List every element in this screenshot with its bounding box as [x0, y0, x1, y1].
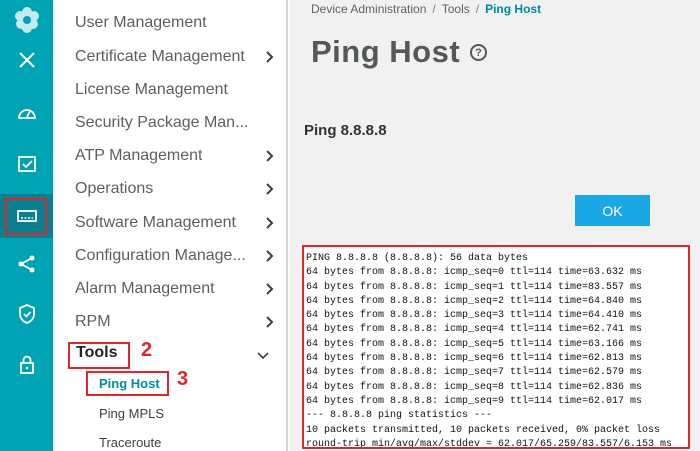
menu-item-label: Configuration Manage...: [75, 247, 246, 264]
menu-item-alarm-management[interactable]: Alarm Management: [75, 274, 275, 304]
output-line: 64 bytes from 8.8.8.8: icmp_seq=9 ttl=11…: [306, 395, 643, 407]
chevron-right-icon: [266, 316, 274, 328]
shield-check-icon[interactable]: [0, 292, 53, 336]
dashboard-gauge-icon[interactable]: [0, 92, 53, 136]
menu-item-label: ATP Management: [75, 147, 203, 164]
menu-item-label: User Management: [75, 14, 207, 31]
annotation-box-rail: [5, 198, 47, 235]
sub-item-ping-host[interactable]: Ping Host: [99, 376, 160, 391]
chevron-right-icon: [266, 183, 274, 195]
network-share-icon[interactable]: [0, 242, 53, 286]
output-line: 64 bytes from 8.8.8.8: icmp_seq=2 ttl=11…: [306, 295, 643, 307]
close-icon[interactable]: [0, 38, 53, 82]
callout-number-3: 3: [177, 368, 189, 390]
chevron-right-icon: [266, 51, 274, 63]
menu-item-rpm[interactable]: RPM: [75, 307, 275, 337]
sub-item-traceroute[interactable]: Traceroute: [99, 435, 161, 450]
menu-item-operations[interactable]: Operations: [75, 174, 275, 204]
sub-item-ping-mpls[interactable]: Ping MPLS: [99, 406, 164, 421]
output-line: 64 bytes from 8.8.8.8: icmp_seq=0 ttl=11…: [306, 267, 643, 279]
menu-item-tools[interactable]: Tools: [76, 344, 117, 362]
page-title: Ping Host: [311, 34, 461, 69]
menu-item-configuration-management[interactable]: Configuration Manage...: [75, 241, 275, 271]
menu-item-user-management[interactable]: User Management: [75, 8, 275, 38]
menu-item-label: License Management: [75, 81, 228, 98]
breadcrumb-item[interactable]: Tools: [442, 2, 470, 16]
breadcrumb-separator: /: [475, 2, 480, 16]
menu-item-security-package-management[interactable]: Security Package Man...: [75, 108, 275, 138]
breadcrumb-item[interactable]: Device Administration: [311, 2, 426, 16]
main-content: Device Administration / Tools / Ping Host Pi…: [290, 0, 700, 451]
ok-button[interactable]: OK: [575, 195, 650, 226]
output-line: --- 8.8.8.8 ping statistics ---: [306, 410, 493, 422]
output-line: round-trip min/avg/max/stddev = 62.017/6…: [306, 438, 673, 449]
chevron-right-icon: [266, 250, 274, 262]
menu-item-license-management[interactable]: License Management: [75, 75, 275, 105]
output-line: 64 bytes from 8.8.8.8: icmp_seq=4 ttl=11…: [306, 324, 643, 336]
menu-item-label: Software Management: [75, 214, 236, 231]
callout-number-2: 2: [141, 339, 153, 361]
output-line: 64 bytes from 8.8.8.8: icmp_seq=7 ttl=11…: [306, 367, 643, 379]
ping-heading: Ping 8.8.8.8: [304, 122, 387, 139]
chevron-right-icon: [266, 217, 274, 229]
chevron-down-icon[interactable]: [257, 349, 269, 361]
breadcrumb: Device Administration / Tools / Ping Host: [311, 2, 541, 16]
help-icon[interactable]: ?: [470, 44, 487, 61]
menu-item-label: Certificate Management: [75, 48, 245, 65]
chevron-right-icon: [266, 283, 274, 295]
output-line: 64 bytes from 8.8.8.8: icmp_seq=8 ttl=11…: [306, 381, 643, 393]
menu-item-label: RPM: [75, 313, 111, 330]
menu-item-atp-management[interactable]: ATP Management: [75, 141, 275, 171]
output-line: 64 bytes from 8.8.8.8: icmp_seq=6 ttl=11…: [306, 353, 643, 365]
menu-item-label: Operations: [75, 180, 154, 197]
output-line: 64 bytes from 8.8.8.8: icmp_seq=1 ttl=11…: [306, 281, 643, 293]
menu-item-label: Alarm Management: [75, 280, 215, 297]
output-line: 64 bytes from 8.8.8.8: icmp_seq=5 ttl=11…: [306, 338, 643, 350]
logo-flower-icon: [0, 0, 53, 40]
lock-icon[interactable]: [0, 342, 53, 386]
output-line: 10 packets transmitted, 10 packets recei…: [306, 424, 661, 436]
chevron-right-icon: [266, 150, 274, 162]
output-line: PING 8.8.8.8 (8.8.8.8): 56 data bytes: [306, 253, 529, 264]
output-line: 64 bytes from 8.8.8.8: icmp_seq=3 ttl=11…: [306, 310, 643, 322]
menu-item-software-management[interactable]: Software Management: [75, 208, 275, 238]
icon-rail: [0, 0, 53, 451]
ping-output-panel: PING 8.8.8.8 (8.8.8.8): 56 data bytes 64…: [302, 245, 690, 449]
menu-item-label: Security Package Man...: [75, 114, 249, 131]
breadcrumb-separator: /: [432, 2, 436, 16]
breadcrumb-current: Ping Host: [485, 2, 542, 16]
monitor-check-icon[interactable]: [0, 142, 53, 186]
menu-item-certificate-management[interactable]: Certificate Management: [75, 42, 275, 72]
